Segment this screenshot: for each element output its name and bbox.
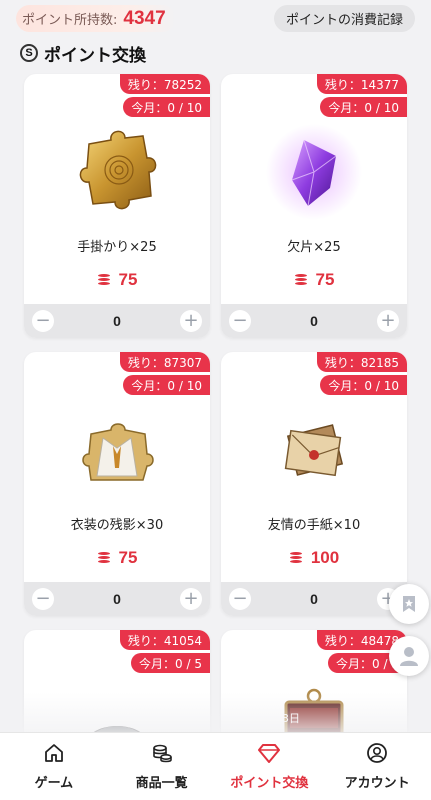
- bookmark-float-button[interactable]: [389, 584, 429, 624]
- points-label: ポイント所持数:: [22, 13, 118, 28]
- bookmark-star-icon: [403, 596, 415, 612]
- quantity-value: 0: [113, 591, 121, 607]
- quantity-stepper: − 0 +: [24, 304, 210, 338]
- increase-button[interactable]: +: [179, 310, 202, 332]
- item-name: 欠片×25: [287, 240, 341, 255]
- stock-badge: 残り：78252: [119, 74, 210, 94]
- item-price: 75: [24, 548, 210, 568]
- quantity-stepper: − 0 +: [24, 582, 210, 616]
- nav-label: ゲーム: [34, 776, 74, 791]
- item-name: 衣装の残影×30: [70, 518, 164, 533]
- item-price: 75: [24, 270, 210, 290]
- increase-button[interactable]: +: [179, 588, 202, 610]
- nav-label: ポイント交換: [230, 776, 309, 791]
- golden-puzzle-piece-icon: [79, 130, 157, 210]
- nav-point-exchange[interactable]: ポイント交換: [216, 733, 324, 800]
- account-icon: [367, 743, 388, 763]
- section-title: S ポイント交換: [20, 40, 146, 66]
- points-value: 4347: [123, 7, 166, 29]
- stock-badge: 残り：82185: [316, 352, 407, 372]
- nav-products[interactable]: 商品一覧: [108, 733, 216, 800]
- monthly-limit-badge: 今月：0 / 10: [123, 375, 210, 395]
- item-card[interactable]: 残り：78252 今月：0 / 10 手掛かり×25 75 − 0 +: [24, 74, 210, 338]
- nav-label: 商品一覧: [135, 776, 188, 791]
- monthly-limit-badge: 今月：0 / 10: [123, 97, 210, 117]
- home-icon: [44, 744, 63, 762]
- decrease-button[interactable]: −: [229, 310, 251, 332]
- gem-icon: [258, 744, 281, 763]
- price-value: 100: [310, 548, 340, 567]
- quantity-value: 0: [310, 591, 318, 607]
- coins-icon: [152, 744, 172, 763]
- decrease-button[interactable]: −: [32, 588, 54, 610]
- section-title-text: ポイント交換: [44, 45, 146, 66]
- item-name: 手掛かり×25: [77, 240, 157, 255]
- item-card[interactable]: 残り：14377 今月：0 / 10 欠片×25 75 − 0 +: [221, 74, 407, 338]
- points-balance: ポイント所持数: 4347: [16, 5, 176, 32]
- bottom-navigation: ゲーム 商品一覧 ポイント交換 アカウント: [0, 732, 431, 800]
- purple-crystal-icon: [266, 124, 362, 220]
- point-coins-icon: [96, 273, 111, 287]
- price-value: 75: [118, 270, 138, 289]
- stock-badge: 残り：14377: [316, 74, 407, 94]
- stock-badge: 残り：41054: [119, 630, 210, 650]
- price-value: 75: [118, 548, 138, 567]
- top-bar: ポイント所持数: 4347 ポイントの消費記録: [0, 0, 431, 36]
- nav-label: アカウント: [344, 776, 410, 791]
- person-icon: [400, 647, 418, 666]
- monthly-limit-badge: 今月：0 / 5: [131, 653, 210, 673]
- decrease-button[interactable]: −: [32, 310, 54, 332]
- item-price: 75: [221, 270, 407, 290]
- quantity-value: 0: [310, 313, 318, 329]
- stock-badge: 残り：87307: [119, 352, 210, 372]
- price-value: 75: [315, 270, 335, 289]
- point-coins-icon: [293, 273, 308, 287]
- costume-puzzle-icon: [82, 423, 154, 481]
- monthly-limit-badge: 今月：0 / 10: [320, 375, 407, 395]
- point-coins-icon: [96, 551, 111, 565]
- point-coins-icon: [288, 551, 303, 565]
- item-card[interactable]: 残り：87307 今月：0 / 10 衣装の残影×30 75 − 0 +: [24, 352, 210, 616]
- item-price: 100: [221, 548, 407, 568]
- quantity-value: 0: [113, 313, 121, 329]
- decrease-button[interactable]: −: [229, 588, 251, 610]
- nav-account[interactable]: アカウント: [323, 733, 431, 800]
- points-history-button[interactable]: ポイントの消費記録: [273, 5, 415, 32]
- increase-button[interactable]: +: [376, 310, 399, 332]
- profile-float-button[interactable]: [389, 636, 429, 676]
- scroll-fade: [0, 692, 431, 732]
- quantity-stepper: − 0 +: [221, 582, 407, 616]
- points-coin-icon: S: [20, 44, 38, 62]
- monthly-limit-badge: 今月：0 / 10: [320, 97, 407, 117]
- item-card[interactable]: 残り：82185 今月：0 / 10 友情の手紙×10 100 − 0 +: [221, 352, 407, 616]
- nav-game[interactable]: ゲーム: [0, 733, 108, 800]
- quantity-stepper: − 0 +: [221, 304, 407, 338]
- friendship-letter-icon: [284, 424, 344, 477]
- item-name: 友情の手紙×10: [267, 518, 361, 533]
